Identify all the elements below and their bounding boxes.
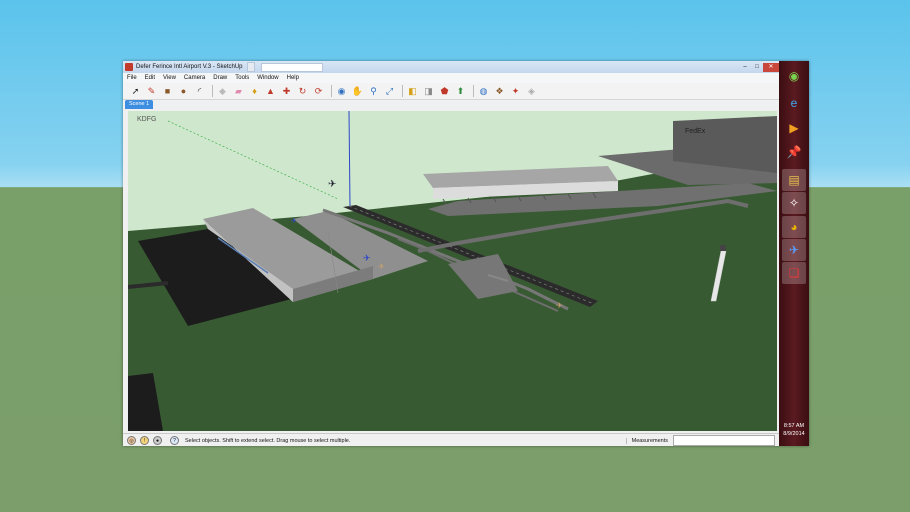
- status-message: Select objects. Shift to extend select. …: [185, 437, 351, 444]
- airplane-in-flight: ✈: [328, 179, 336, 190]
- pinned-app-icon[interactable]: 📌: [782, 141, 806, 163]
- help-icon[interactable]: ?: [170, 436, 179, 445]
- share-model-icon[interactable]: ⬆: [454, 85, 467, 98]
- pan-tool-icon[interactable]: ✋: [351, 85, 364, 98]
- window-controls: – □ ✕: [739, 62, 779, 72]
- tower-cab: [720, 245, 726, 251]
- toolbar-separator: [212, 85, 213, 97]
- paint-bucket-icon[interactable]: ♦: [248, 85, 261, 98]
- title-search-box[interactable]: [260, 62, 323, 72]
- flight-app-icon[interactable]: ✈: [782, 239, 806, 261]
- background-browser-tab[interactable]: [246, 62, 255, 72]
- eraser-tool-icon[interactable]: ▰: [232, 85, 245, 98]
- 3d-viewport[interactable]: ✈ ✈ ✈ ✈ FedEx ✈ KDFG: [128, 111, 777, 431]
- toolbar-separator: [473, 85, 474, 97]
- media-player-icon[interactable]: ▶: [782, 117, 806, 139]
- make-component-icon[interactable]: ◆: [216, 85, 229, 98]
- model-scene: ✈ ✈ ✈ ✈ FedEx ✈: [128, 111, 777, 431]
- get-models-icon[interactable]: ⬟: [438, 85, 451, 98]
- credits-icon[interactable]: !: [140, 436, 149, 445]
- measurements-input[interactable]: [673, 435, 775, 446]
- menu-draw[interactable]: Draw: [209, 75, 231, 81]
- offset-tool-icon[interactable]: ⟳: [312, 85, 325, 98]
- sketchup-window: Defer Ferince Intl Airport V.3 - SketchU…: [123, 61, 779, 446]
- next-view-icon[interactable]: ◨: [422, 85, 435, 98]
- status-bar: ◎ ! ● ? Select objects. Shift to extend …: [123, 433, 779, 446]
- menu-window[interactable]: Window: [253, 75, 282, 81]
- chrome-icon[interactable]: ◕: [782, 216, 806, 238]
- arc-tool-icon[interactable]: ◜: [193, 85, 206, 98]
- maximize-button[interactable]: □: [751, 63, 763, 72]
- components-icon[interactable]: ✦: [509, 85, 522, 98]
- clock-time: 8:57 AM: [783, 423, 805, 429]
- toolbar-separator: [402, 85, 403, 97]
- close-button[interactable]: ✕: [763, 62, 779, 72]
- title-bar[interactable]: Defer Ferince Intl Airport V.3 - SketchU…: [123, 61, 779, 73]
- zoom-tool-icon[interactable]: ⚲: [367, 85, 380, 98]
- menu-tools[interactable]: Tools: [231, 75, 253, 81]
- menu-view[interactable]: View: [159, 75, 180, 81]
- scene-tab[interactable]: Scene 1: [125, 100, 154, 109]
- menu-file[interactable]: File: [123, 75, 141, 81]
- pencil-tool-icon[interactable]: ✎: [145, 85, 158, 98]
- menu-bar: File Edit View Camera Draw Tools Window …: [123, 73, 779, 83]
- measurements-label: Measurements: [625, 437, 673, 444]
- google-earth-icon[interactable]: ◍: [477, 85, 490, 98]
- parked-airplane: ✈: [291, 218, 297, 225]
- internet-explorer-icon[interactable]: e: [782, 92, 806, 114]
- styles-icon[interactable]: ◈: [525, 85, 538, 98]
- parked-airplane: ✈: [363, 253, 371, 263]
- select-tool-icon[interactable]: ➚: [129, 85, 142, 98]
- clock-date: 8/9/2014: [783, 431, 805, 437]
- parked-airplane: ✈: [378, 262, 385, 271]
- sketchup-icon[interactable]: ❏: [782, 262, 806, 284]
- parked-airplane: ✈: [556, 301, 563, 310]
- rotate-tool-icon[interactable]: ↻: [296, 85, 309, 98]
- move-tool-icon[interactable]: ✚: [280, 85, 293, 98]
- geo-location-icon[interactable]: ◎: [127, 436, 136, 445]
- screenshot-frame: Defer Ferince Intl Airport V.3 - SketchU…: [123, 61, 809, 446]
- sketchup-app-icon: [125, 63, 133, 71]
- toolbar-separator: [331, 85, 332, 97]
- windows-taskbar: 8:57 AM 8/9/2014 ◉ e ▶ 📌 ▤ ✧ ◕ ✈ ❏: [779, 61, 809, 446]
- user-icon[interactable]: ●: [153, 436, 162, 445]
- fedex-sign: FedEx: [685, 128, 706, 135]
- window-title: Defer Ferince Intl Airport V.3 - SketchU…: [136, 64, 243, 70]
- airport-code-label: KDFG: [137, 116, 157, 123]
- system-clock[interactable]: 8:57 AM 8/9/2014: [779, 422, 809, 438]
- zoom-extents-icon[interactable]: ⤢: [383, 85, 396, 98]
- extension-warehouse-icon[interactable]: ❖: [493, 85, 506, 98]
- main-toolbar: ➚ ✎ ■ ● ◜ ◆ ▰ ♦ ▲ ✚ ↻ ⟳ ◉ ✋ ⚲ ⤢ ◧ ◨ ⬟ ⬆ ◍ ❖ ✦ ◈: [123, 83, 779, 100]
- menu-help[interactable]: Help: [283, 75, 303, 81]
- scene-tab-bar: Scene 1: [123, 100, 779, 110]
- start-button-icon[interactable]: ◉: [782, 65, 806, 87]
- rectangle-tool-icon[interactable]: ■: [161, 85, 174, 98]
- previous-view-icon[interactable]: ◧: [406, 85, 419, 98]
- file-explorer-icon[interactable]: ▤: [782, 169, 806, 191]
- menu-camera[interactable]: Camera: [180, 75, 209, 81]
- circle-tool-icon[interactable]: ●: [177, 85, 190, 98]
- orbit-tool-icon[interactable]: ◉: [335, 85, 348, 98]
- minimize-button[interactable]: –: [739, 63, 751, 72]
- menu-edit[interactable]: Edit: [141, 75, 159, 81]
- push-pull-icon[interactable]: ▲: [264, 85, 277, 98]
- compass-app-icon[interactable]: ✧: [782, 192, 806, 214]
